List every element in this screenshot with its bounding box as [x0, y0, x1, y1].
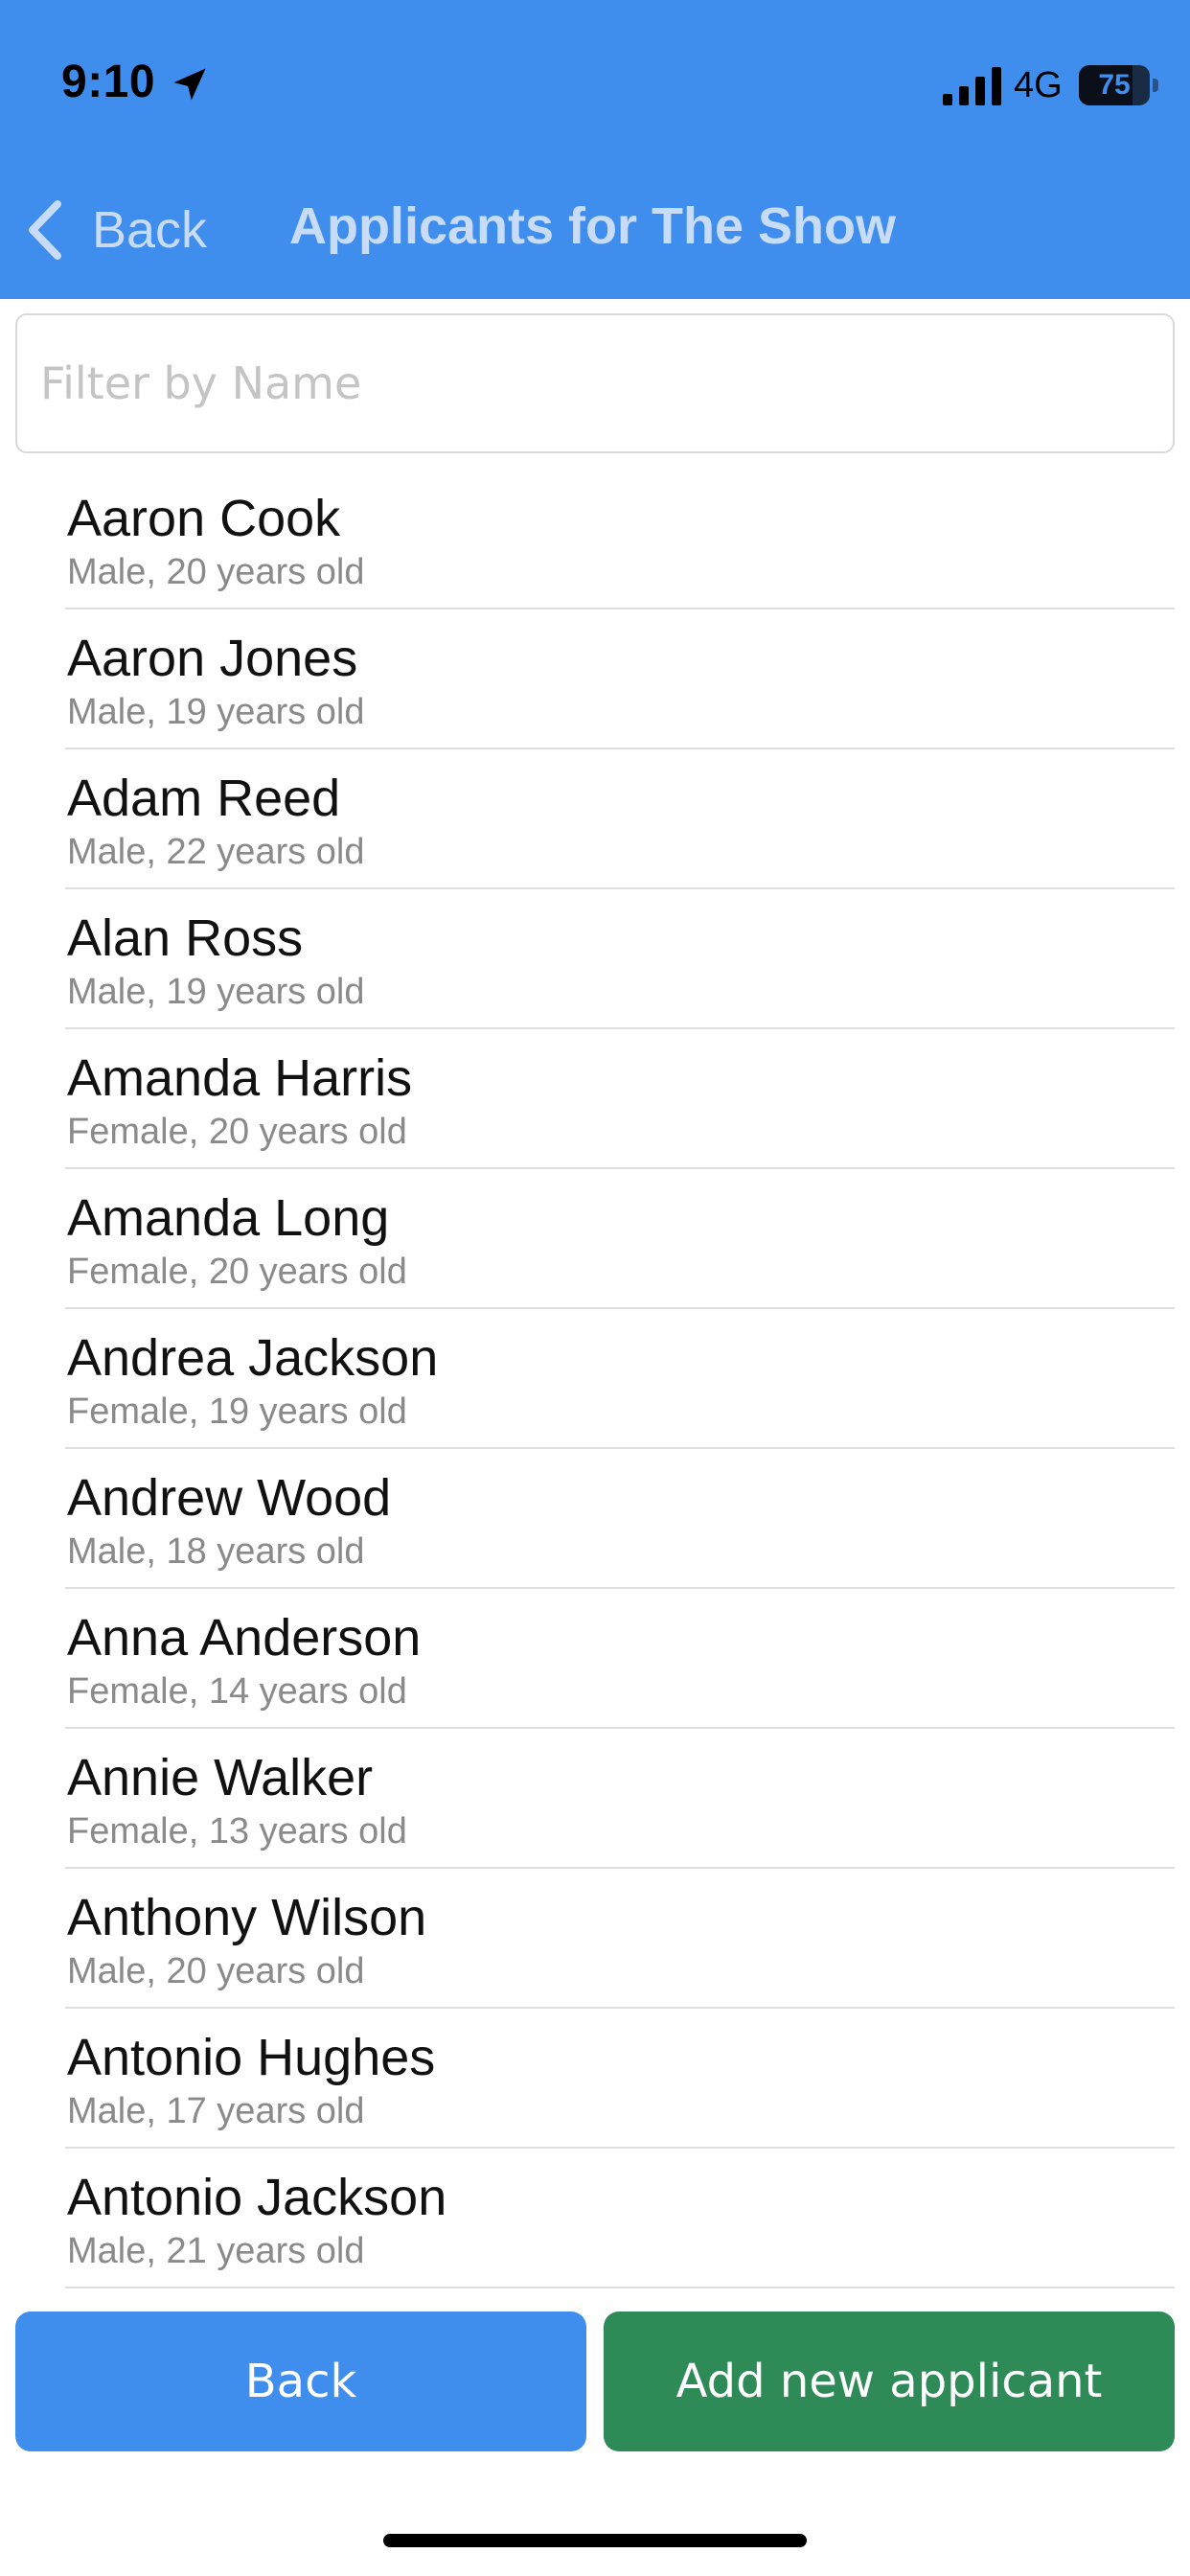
applicant-list-item[interactable]: Amanda Long Female, 20 years old — [0, 1169, 1190, 1309]
applicant-list-item[interactable]: Aaron Jones Male, 19 years old — [0, 610, 1190, 749]
applicant-name: Amanda Long — [67, 1189, 390, 1247]
applicant-name: Anna Anderson — [67, 1609, 422, 1667]
applicant-detail: Male, 19 years old — [67, 972, 365, 1012]
applicant-list-item[interactable]: Amanda Harris Female, 20 years old — [0, 1029, 1190, 1169]
applicant-name: Aaron Cook — [67, 490, 341, 547]
applicant-name: Adam Reed — [67, 770, 341, 827]
applicant-name: Antonio Hughes — [67, 2029, 436, 2086]
applicant-name: Andrea Jackson — [67, 1329, 439, 1387]
applicant-detail: Female, 13 years old — [67, 1811, 407, 1852]
battery-level-text: 75 — [1098, 69, 1131, 101]
nav-back-button[interactable]: Back — [23, 192, 207, 268]
applicant-name: Anthony Wilson — [67, 1889, 427, 1946]
location-arrow-icon — [173, 68, 206, 101]
applicant-name: Aaron Jones — [67, 630, 358, 687]
applicant-list-item[interactable]: Anthony Wilson Male, 20 years old — [0, 1869, 1190, 2009]
applicant-detail: Male, 20 years old — [67, 552, 365, 592]
applicant-name: Alan Ross — [67, 909, 304, 967]
battery-icon: 75 — [1079, 65, 1159, 105]
applicant-name: Antonio Jackson — [67, 2169, 447, 2226]
applicant-detail: Male, 20 years old — [67, 1951, 365, 1991]
applicant-list-item[interactable]: Andrew Wood Male, 18 years old — [0, 1449, 1190, 1589]
applicant-list-item[interactable]: Alan Ross Male, 19 years old — [0, 889, 1190, 1029]
app-header: 9:10 4G 75 Back Applicants for The Show — [0, 0, 1190, 299]
back-button[interactable]: Back — [15, 2312, 586, 2451]
page-title: Applicants for The Show — [289, 197, 897, 255]
status-time: 9:10 — [61, 57, 156, 107]
list-divider — [65, 2287, 1175, 2288]
applicant-list-item[interactable]: Antonio Jackson Male, 21 years old — [0, 2149, 1190, 2288]
applicant-name: Amanda Harris — [67, 1049, 413, 1107]
applicant-list-item[interactable]: Antonio Hughes Male, 17 years old — [0, 2009, 1190, 2149]
filter-by-name-input[interactable] — [15, 313, 1175, 453]
cellular-signal-icon — [943, 67, 1001, 105]
applicant-list-item[interactable]: Adam Reed Male, 22 years old — [0, 749, 1190, 889]
applicant-name: Annie Walker — [67, 1749, 374, 1806]
applicant-list: Aaron Cook Male, 20 years old Aaron Jones M… — [0, 470, 1190, 2288]
applicant-detail: Male, 21 years old — [67, 2231, 365, 2271]
applicant-detail: Male, 19 years old — [67, 692, 365, 732]
applicant-detail: Female, 19 years old — [67, 1392, 407, 1432]
applicant-detail: Male, 17 years old — [67, 2091, 365, 2131]
applicant-detail: Female, 20 years old — [67, 1112, 407, 1152]
chevron-left-icon — [29, 200, 61, 260]
status-bar: 9:10 4G 75 — [0, 0, 1190, 172]
applicant-list-item[interactable]: Anna Anderson Female, 14 years old — [0, 1589, 1190, 1729]
applicant-detail: Female, 14 years old — [67, 1671, 407, 1712]
home-indicator[interactable] — [383, 2534, 807, 2547]
applicant-name: Andrew Wood — [67, 1469, 392, 1527]
nav-back-label: Back — [92, 201, 208, 259]
applicant-detail: Male, 18 years old — [67, 1531, 365, 1572]
applicant-list-item[interactable]: Aaron Cook Male, 20 years old — [0, 470, 1190, 610]
add-new-applicant-button[interactable]: Add new applicant — [604, 2312, 1175, 2451]
applicant-list-item[interactable]: Andrea Jackson Female, 19 years old — [0, 1309, 1190, 1449]
network-type-label: 4G — [1014, 65, 1063, 105]
applicant-list-item[interactable]: Annie Walker Female, 13 years old — [0, 1729, 1190, 1869]
applicant-detail: Male, 22 years old — [67, 832, 365, 872]
applicant-detail: Female, 20 years old — [67, 1252, 407, 1292]
